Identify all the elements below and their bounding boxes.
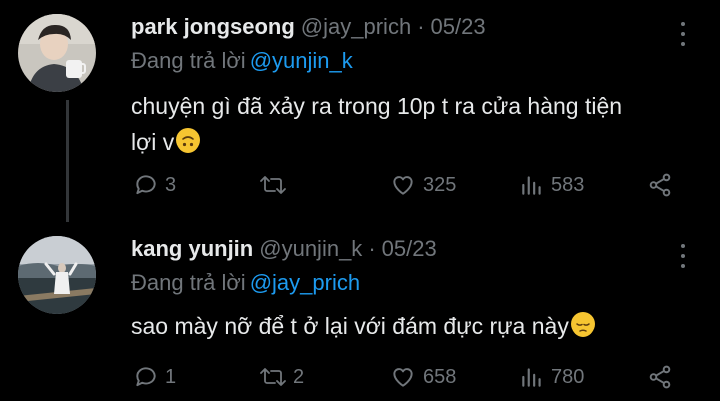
views-chart-icon [522, 368, 541, 387]
reply-button[interactable]: 1 [133, 362, 176, 392]
share-icon [649, 365, 671, 389]
tweet-date[interactable]: 05/23 [382, 236, 437, 262]
replying-prefix: Đang trả lời [131, 48, 246, 73]
reply-icon [136, 175, 156, 195]
view-count: 780 [551, 365, 585, 388]
retweet-icon [260, 368, 286, 386]
tweet-text: sao mày nỡ để t ở lại với đám đực rựa nà… [131, 308, 691, 344]
action-bar: 1 2 658 780 [131, 362, 691, 392]
tweet-text-line: lợi v [131, 129, 175, 155]
user-handle[interactable]: @jay_prich [301, 14, 411, 40]
views-button[interactable]: 780 [519, 362, 584, 392]
share-button[interactable] [646, 170, 674, 200]
reply-count: 1 [165, 365, 177, 388]
reply-button[interactable]: 3 [133, 170, 176, 200]
tweet-text: chuyện gì đã xảy ra trong 10p t ra cửa h… [131, 88, 691, 160]
retweet-count: 2 [293, 365, 305, 388]
mention-link[interactable]: @yunjin_k [250, 48, 353, 73]
replying-to: Đang trả lời @yunjin_k [131, 48, 353, 74]
tweet-text-line: sao mày nỡ để t ở lại với đám đực rựa nà… [131, 313, 569, 339]
upside-down-face-emoji [176, 128, 201, 153]
tweet[interactable]: park jongseong @jay_prich · 05/23 Đang t… [0, 0, 720, 222]
avatar-photo [18, 14, 96, 92]
avatar[interactable] [18, 14, 96, 92]
tweet-header: park jongseong @jay_prich · 05/23 [131, 14, 486, 44]
replying-to: Đang trả lời @jay_prich [131, 270, 360, 296]
separator-dot: · [417, 14, 425, 39]
separator-dot: · [368, 236, 376, 261]
view-count: 583 [551, 173, 585, 196]
tweet[interactable]: kang yunjin @yunjin_k · 05/23 Đang trả l… [0, 222, 720, 401]
share-button[interactable] [646, 362, 674, 392]
retweet-icon [260, 176, 286, 194]
display-name[interactable]: kang yunjin [131, 236, 253, 262]
display-name[interactable]: park jongseong [131, 14, 295, 40]
like-button[interactable]: 325 [389, 170, 456, 200]
avatar-photo [18, 236, 96, 314]
action-bar: 3 325 583 [131, 170, 691, 200]
thread-line [66, 100, 69, 222]
retweet-button[interactable] [259, 170, 293, 200]
more-options-icon[interactable] [676, 22, 690, 46]
reply-count: 3 [165, 173, 177, 196]
more-options-icon[interactable] [676, 244, 690, 268]
pensive-face-emoji [570, 312, 595, 337]
like-button[interactable]: 658 [389, 362, 456, 392]
user-handle[interactable]: @yunjin_k [259, 236, 362, 262]
share-icon [649, 173, 671, 197]
reply-icon [136, 367, 156, 387]
views-button[interactable]: 583 [519, 170, 584, 200]
mention-link[interactable]: @jay_prich [250, 270, 360, 295]
heart-icon [393, 368, 413, 387]
like-count: 325 [423, 173, 457, 196]
tweet-text-line: chuyện gì đã xảy ra trong 10p t ra cửa h… [131, 93, 623, 119]
avatar[interactable] [18, 236, 96, 314]
tweet-header: kang yunjin @yunjin_k · 05/23 [131, 236, 437, 266]
views-chart-icon [522, 176, 541, 195]
heart-icon [393, 176, 413, 195]
tweet-date[interactable]: 05/23 [431, 14, 486, 40]
replying-prefix: Đang trả lời [131, 270, 246, 295]
retweet-button[interactable]: 2 [259, 362, 304, 392]
like-count: 658 [423, 365, 457, 388]
